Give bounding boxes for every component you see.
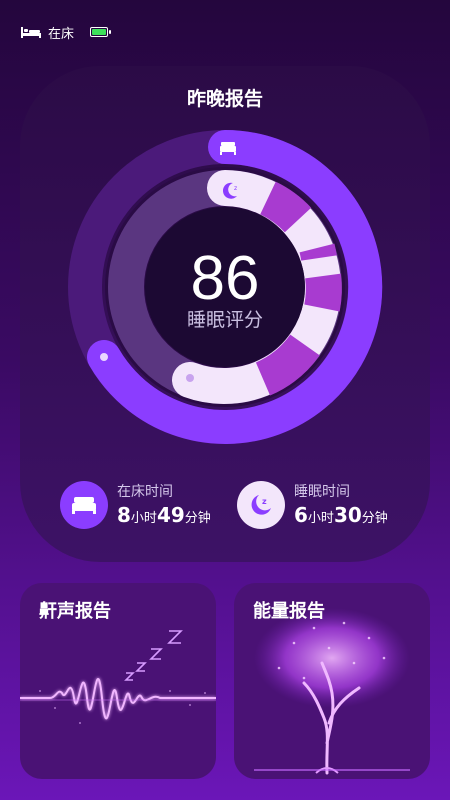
deep-sleep-segment bbox=[304, 273, 342, 312]
sleep-score-label: 睡眠评分 bbox=[186, 309, 263, 331]
in-bed-time-label: 在床时间 bbox=[117, 484, 173, 500]
moon-icon: z bbox=[237, 481, 285, 529]
sleep-time-value: 6小时30分钟 bbox=[294, 503, 388, 527]
svg-text:z: z bbox=[234, 185, 237, 192]
snore-report-card[interactable]: 鼾声报告 bbox=[20, 583, 216, 779]
deep-sleep-segment bbox=[299, 243, 337, 261]
deep-sleep-segment bbox=[259, 181, 312, 233]
sleep-score: 86 bbox=[190, 244, 260, 313]
in-bed-time-value: 8小时49分钟 bbox=[117, 503, 211, 527]
bed-icon bbox=[60, 481, 108, 529]
energy-report-card[interactable]: 能量报告 bbox=[234, 583, 430, 779]
arc-end-dot bbox=[186, 374, 194, 382]
svg-text:z: z bbox=[262, 497, 267, 506]
sleep-time-label: 睡眠时间 bbox=[294, 484, 350, 500]
energy-report-title: 能量报告 bbox=[253, 601, 325, 622]
sound-wave-zzz-illustration bbox=[20, 630, 216, 724]
arc-end-dot bbox=[100, 353, 108, 361]
